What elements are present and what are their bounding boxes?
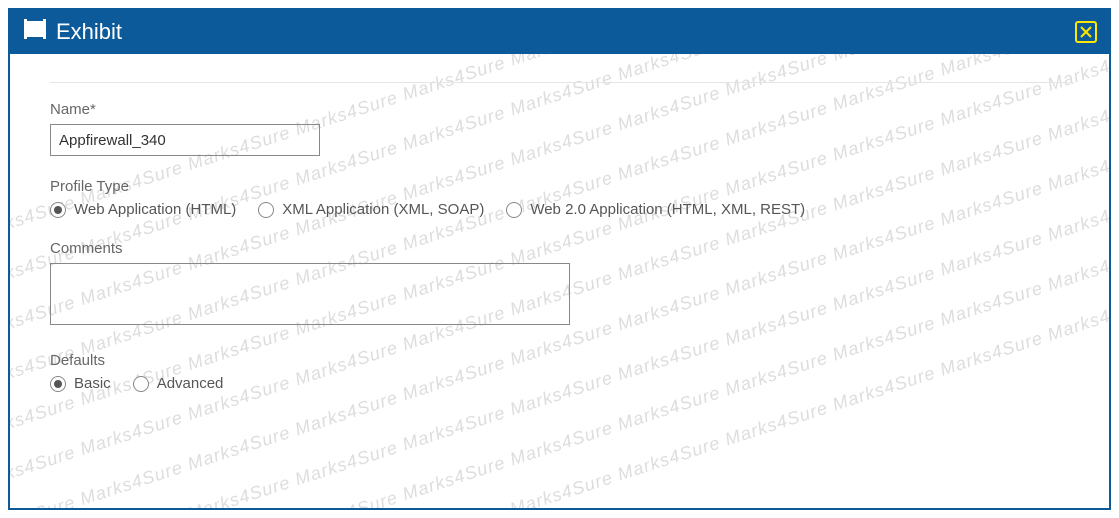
radio-label: Advanced	[157, 375, 224, 392]
titlebar-left: Exhibit	[22, 19, 122, 46]
name-input[interactable]	[50, 124, 320, 156]
profile-type-label: Profile Type	[50, 178, 1069, 195]
profile-type-radio-web[interactable]: Web Application (HTML)	[50, 201, 236, 218]
radio-icon	[50, 376, 66, 392]
radio-icon	[133, 376, 149, 392]
name-label: Name*	[50, 101, 1069, 118]
exhibit-window: Exhibit Marks4Sure Marks4Sure Marks4Sure…	[8, 8, 1111, 510]
profile-type-radio-web20[interactable]: Web 2.0 Application (HTML, XML, REST)	[506, 201, 805, 218]
exhibit-icon	[22, 19, 48, 46]
radio-label: Web 2.0 Application (HTML, XML, REST)	[530, 201, 805, 218]
comments-block: Comments	[50, 240, 1069, 330]
defaults-block: Defaults Basic Advanced	[50, 352, 1069, 392]
titlebar-title: Exhibit	[56, 19, 122, 45]
defaults-radio-basic[interactable]: Basic	[50, 375, 111, 392]
defaults-radio-row: Basic Advanced	[50, 375, 1069, 392]
radio-icon	[50, 202, 66, 218]
radio-icon	[258, 202, 274, 218]
profile-type-radio-xml[interactable]: XML Application (XML, SOAP)	[258, 201, 484, 218]
close-button[interactable]	[1075, 21, 1097, 43]
titlebar: Exhibit	[10, 10, 1109, 54]
close-icon	[1080, 26, 1092, 38]
profile-type-radio-row: Web Application (HTML) XML Application (…	[50, 201, 1069, 218]
radio-label: Basic	[74, 375, 111, 392]
comments-input[interactable]	[50, 263, 570, 325]
radio-icon	[506, 202, 522, 218]
radio-label: Web Application (HTML)	[74, 201, 236, 218]
profile-type-block: Profile Type Web Application (HTML) XML …	[50, 178, 1069, 218]
divider	[50, 82, 1069, 83]
comments-label: Comments	[50, 240, 1069, 257]
content-area: Marks4Sure Marks4Sure Marks4Sure Marks4S…	[10, 54, 1109, 508]
defaults-radio-advanced[interactable]: Advanced	[133, 375, 224, 392]
defaults-label: Defaults	[50, 352, 1069, 369]
radio-label: XML Application (XML, SOAP)	[282, 201, 484, 218]
name-field-block: Name*	[50, 101, 1069, 156]
